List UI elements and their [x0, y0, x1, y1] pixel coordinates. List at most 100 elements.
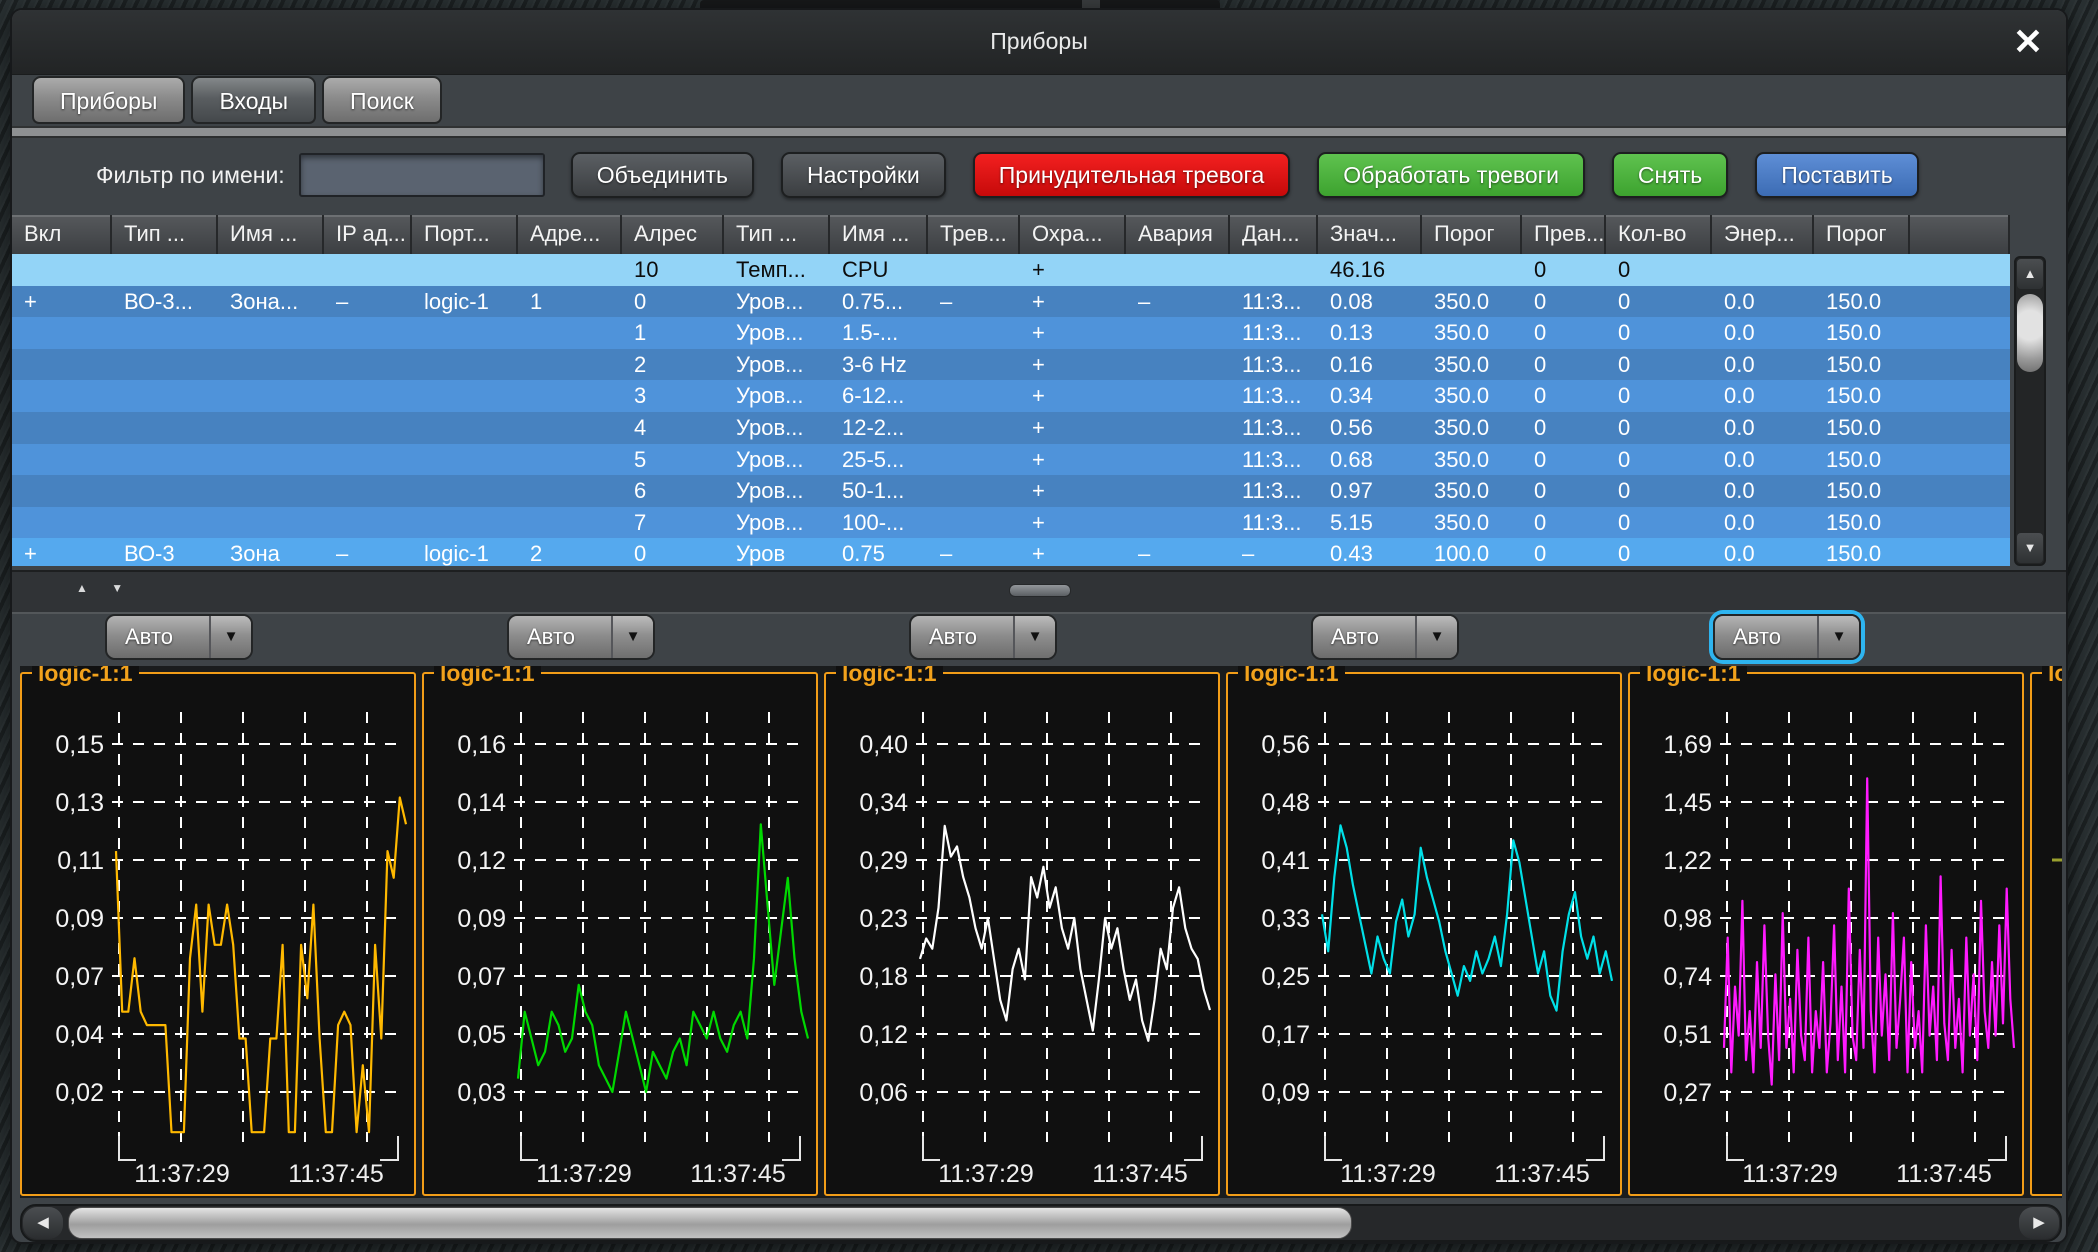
chevron-down-icon[interactable]: ▼ [1817, 616, 1859, 658]
y-tick-label: 0,06 [859, 1079, 908, 1107]
column-header[interactable]: Знач... [1318, 215, 1422, 254]
column-header[interactable]: Прев... [1522, 215, 1606, 254]
table-cell [928, 317, 1020, 349]
table-cell [112, 254, 218, 286]
screen: Приборы ✕ Приборы Входы Поиск Фильтр по … [0, 0, 2098, 1252]
scope-chart-1: logic-1:10,150,130,110,090,070,040,0211:… [20, 672, 416, 1196]
table-cell: 11:3... [1230, 349, 1318, 381]
table-cell: 4 [622, 412, 724, 444]
chevron-down-icon[interactable]: ▼ [209, 616, 251, 658]
table-cell [1814, 254, 1910, 286]
tab-search[interactable]: Поиск [322, 76, 442, 124]
vertical-scroll-thumb[interactable] [2017, 294, 2043, 372]
table-cell: 100-... [830, 507, 928, 539]
combo-value: Авто [1313, 616, 1415, 658]
filter-input[interactable] [299, 153, 545, 197]
table-cell: 1 [518, 286, 622, 318]
table-row[interactable]: 6Уров...50-1...+11:3...0.97350.0000.0150… [12, 475, 2010, 507]
y-tick-label: 0,41 [1261, 847, 1310, 875]
column-header[interactable]: Имя ... [218, 215, 324, 254]
column-header[interactable]: Энер... [1712, 215, 1814, 254]
table-cell [218, 254, 324, 286]
toolbar-button-2[interactable]: Настройки [781, 152, 946, 198]
scroll-up-icon[interactable]: ▲ [2017, 259, 2043, 289]
table-cell: 0.16 [1318, 349, 1422, 381]
close-icon[interactable]: ✕ [2006, 20, 2050, 64]
table-cell [12, 380, 112, 412]
y-tick-label: 1,45 [1663, 789, 1712, 817]
toolbar-button-6[interactable]: Поставить [1755, 152, 1918, 198]
scale-mode-select-5[interactable]: Авто▼ [1713, 614, 1861, 660]
table-cell-filler [1910, 412, 2010, 444]
table-row[interactable]: 1Уров...1.5-...+11:3...0.13350.0000.0150… [12, 317, 2010, 349]
table-cell-filler [1910, 444, 2010, 476]
toolbar-button-5[interactable]: Снять [1612, 152, 1728, 198]
scroll-down-icon[interactable]: ▼ [2017, 533, 2043, 563]
scale-mode-select-3[interactable]: Авто▼ [909, 614, 1057, 660]
column-header[interactable]: Авария [1126, 215, 1230, 254]
table-cell: 350.0 [1422, 475, 1522, 507]
splitter-arrows-icon[interactable]: ▲ ▼ [76, 581, 133, 595]
column-header[interactable]: Кол-во [1606, 215, 1712, 254]
table-cell [928, 349, 1020, 381]
table-row[interactable]: 7Уров...100-...+11:3...5.15350.0000.0150… [12, 507, 2010, 539]
column-header[interactable]: Тип ... [724, 215, 830, 254]
x-tick-label: 11:37:29 [938, 1160, 1033, 1188]
table-row[interactable]: 2Уров...3-6 Hz+11:3...0.16350.0000.0150.… [12, 349, 2010, 381]
table-cell: 0 [1606, 475, 1712, 507]
y-tick-label: 0,15 [55, 731, 104, 759]
table-cell [518, 412, 622, 444]
table-cell: 6 [622, 475, 724, 507]
table-row[interactable]: 3Уров...6-12...+11:3...0.34350.0000.0150… [12, 380, 2010, 412]
column-header[interactable]: Охра... [1020, 215, 1126, 254]
table-cell [518, 254, 622, 286]
column-header[interactable]: Порог [1814, 215, 1910, 254]
table-row[interactable]: +ВО-3...Зона...–logic-110Уров...0.75...–… [12, 286, 2010, 318]
toolbar-button-1[interactable]: Объединить [571, 152, 754, 198]
combo-value: Авто [911, 616, 1013, 658]
chevron-down-icon[interactable]: ▼ [611, 616, 653, 658]
y-tick-label: 0,12 [457, 847, 506, 875]
column-header[interactable]: Имя ... [830, 215, 928, 254]
table-cell: 0 [1522, 349, 1606, 381]
scroll-right-icon[interactable]: ▶ [2019, 1207, 2059, 1239]
tab-inputs[interactable]: Входы [191, 76, 316, 124]
splitter[interactable]: ▲ ▼ [12, 570, 2066, 614]
column-header[interactable]: Тип ... [112, 215, 218, 254]
table-cell: 350.0 [1422, 444, 1522, 476]
column-header[interactable]: Трев... [928, 215, 1020, 254]
table-cell: 0 [1606, 538, 1712, 566]
scale-mode-select-1[interactable]: Авто▼ [105, 614, 253, 660]
column-header[interactable]: Порт... [412, 215, 518, 254]
scale-mode-select-4[interactable]: Авто▼ [1311, 614, 1459, 660]
column-header[interactable]: Порог [1422, 215, 1522, 254]
table-cell [1126, 317, 1230, 349]
splitter-handle[interactable] [1009, 584, 1071, 597]
horizontal-scrollbar[interactable]: ◀ ▶ [20, 1204, 2062, 1242]
horizontal-scroll-thumb[interactable] [68, 1207, 1352, 1239]
column-header[interactable]: Адре... [518, 215, 622, 254]
column-header[interactable]: Вкл [12, 215, 112, 254]
table-row[interactable]: 5Уров...25-5...+11:3...0.68350.0000.0150… [12, 444, 2010, 476]
toolbar-button-3[interactable]: Принудительная тревога [973, 152, 1290, 198]
table-row[interactable]: 10Темп...CPU+46.1600 [12, 254, 2010, 286]
toolbar-button-4[interactable]: Обработать тревоги [1317, 152, 1585, 198]
scale-mode-select-2[interactable]: Авто▼ [507, 614, 655, 660]
scroll-left-icon[interactable]: ◀ [23, 1207, 63, 1239]
table-cell [518, 349, 622, 381]
table-row[interactable]: +ВО-3Зона–logic-120Уров0.75–+––0.43100.0… [12, 538, 2010, 566]
chevron-down-icon[interactable]: ▼ [1415, 616, 1457, 658]
table-cell [1126, 475, 1230, 507]
table-row[interactable]: 4Уров...12-2...+11:3...0.56350.0000.0150… [12, 412, 2010, 444]
x-tick-label: 11:37:29 [536, 1160, 631, 1188]
table-cell: – [324, 538, 412, 566]
column-header[interactable]: IP ад... [324, 215, 412, 254]
table-cell: 0.56 [1318, 412, 1422, 444]
table-cell: 11:3... [1230, 380, 1318, 412]
table-vertical-scrollbar[interactable]: ▲ ▼ [2014, 256, 2046, 566]
column-header[interactable]: Алрес [622, 215, 724, 254]
tab-devices[interactable]: Приборы [32, 76, 185, 124]
column-header[interactable]: Дан... [1230, 215, 1318, 254]
y-tick-label: 0,33 [1261, 905, 1310, 933]
chevron-down-icon[interactable]: ▼ [1013, 616, 1055, 658]
